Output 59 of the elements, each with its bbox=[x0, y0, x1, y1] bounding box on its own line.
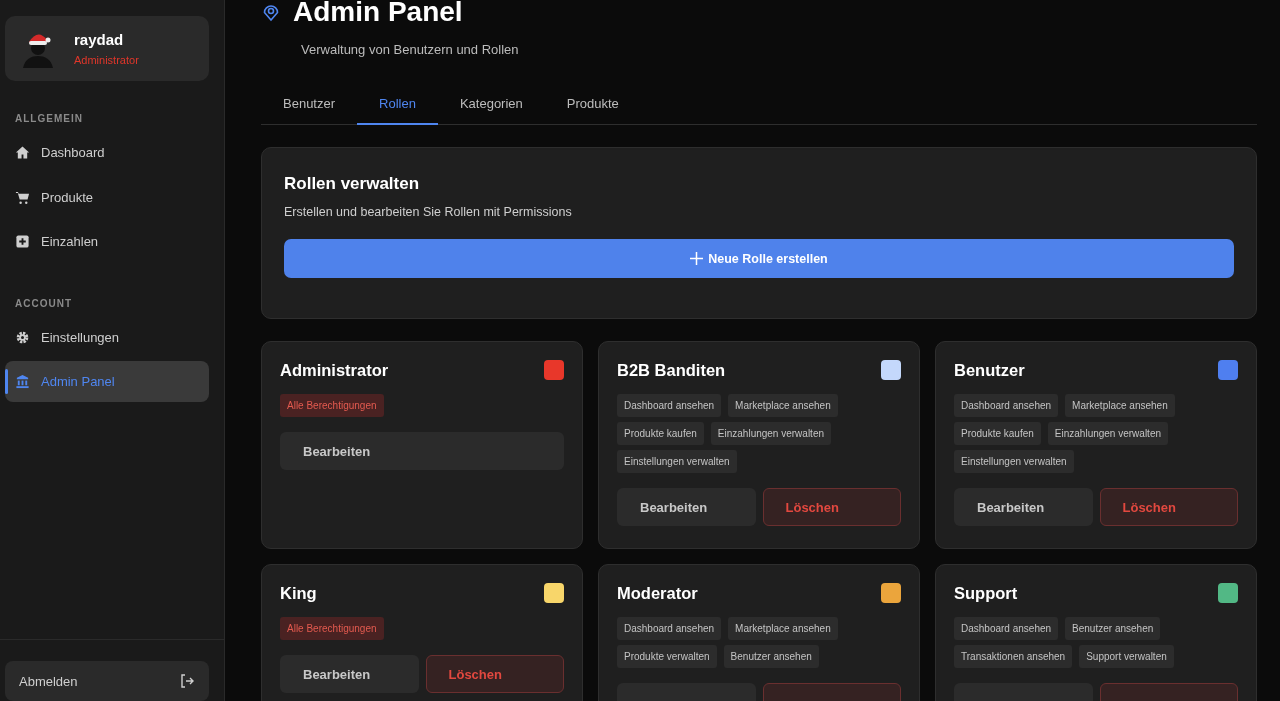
new-role-button[interactable]: Neue Rolle erstellen bbox=[284, 239, 1234, 278]
delete-button[interactable]: Löschen bbox=[425, 655, 564, 693]
gear-icon bbox=[15, 329, 30, 345]
user-name: raydad bbox=[74, 31, 125, 48]
section-heading: ACCOUNT bbox=[14, 297, 73, 309]
role-name: Benutzer bbox=[954, 360, 1025, 380]
logout-button[interactable]: Abmelden bbox=[5, 661, 209, 701]
permission-tag: Produkte kaufen bbox=[617, 422, 704, 445]
location-pin-icon bbox=[261, 2, 281, 22]
permission-tag: Dashboard ansehen bbox=[954, 617, 1059, 640]
role-name: Administrator bbox=[280, 360, 389, 380]
permission-tag: Einzahlungen verwalten bbox=[710, 422, 831, 445]
tab[interactable]: Benutzer bbox=[261, 88, 358, 125]
tab[interactable]: Rollen bbox=[357, 88, 438, 125]
edit-button[interactable]: Bearbeiten bbox=[954, 488, 1093, 526]
delete-button[interactable]: Löschen bbox=[1099, 488, 1238, 526]
delete-button[interactable]: Löschen bbox=[762, 488, 901, 526]
panel-title: Rollen verwalten bbox=[284, 174, 421, 194]
permission-tag: Marketplace ansehen bbox=[1065, 394, 1175, 417]
tab[interactable]: Kategorien bbox=[437, 88, 545, 125]
sidebar-item[interactable]: Produkte bbox=[5, 176, 209, 218]
role-name: Moderator bbox=[617, 583, 698, 603]
permission-tag: Benutzer ansehen bbox=[1065, 617, 1161, 640]
permission-tag: Marketplace ansehen bbox=[728, 617, 838, 640]
sidebar-item[interactable]: Dashboard bbox=[5, 132, 209, 173]
logout-icon bbox=[179, 673, 195, 689]
permission-tag: Marketplace ansehen bbox=[728, 394, 838, 417]
permission-tag: Einstellungen verwalten bbox=[954, 450, 1074, 473]
plus-icon bbox=[690, 252, 704, 265]
sidebar-item[interactable]: Einzahlen bbox=[5, 221, 209, 262]
permission-tag: Dashboard ansehen bbox=[954, 394, 1059, 417]
permission-tag: Einzahlungen verwalten bbox=[1047, 422, 1168, 445]
permission-tag: Einstellungen verwalten bbox=[617, 450, 737, 473]
edit-button[interactable]: Bearbeiten bbox=[280, 655, 419, 693]
role-name: Support bbox=[954, 583, 1018, 603]
permission-tag: Support verwalten bbox=[1079, 645, 1174, 668]
user-role: Administrator bbox=[74, 54, 139, 66]
role-name: B2B Banditen bbox=[617, 360, 726, 380]
permission-tag: Produkte kaufen bbox=[954, 422, 1041, 445]
page-title: Admin Panel bbox=[293, 0, 463, 28]
building-icon bbox=[15, 374, 30, 389]
permission-tag: Benutzer ansehen bbox=[723, 645, 819, 668]
permission-tag: Produkte verwalten bbox=[617, 645, 717, 668]
role-name: King bbox=[280, 583, 317, 603]
plus-square-icon bbox=[15, 234, 30, 249]
permission-tag: Alle Berechtigungen bbox=[280, 394, 384, 417]
sidebar-item[interactable]: Einstellungen bbox=[5, 316, 209, 358]
edit-button[interactable]: Bearbeiten bbox=[617, 488, 756, 526]
permission-tag: Transaktionen ansehen bbox=[954, 645, 1073, 668]
permission-tag: Dashboard ansehen bbox=[617, 394, 722, 417]
page-subtitle: Verwaltung von Benutzern und Rollen bbox=[301, 42, 520, 57]
permission-tag: Dashboard ansehen bbox=[617, 617, 722, 640]
tab[interactable]: Produkte bbox=[544, 88, 641, 125]
home-icon bbox=[15, 145, 30, 160]
cart-icon bbox=[15, 189, 30, 205]
section-heading: ALLGEMEIN bbox=[14, 113, 84, 124]
edit-button[interactable]: Bearbeiten bbox=[280, 432, 564, 470]
panel-description: Erstellen und bearbeiten Sie Rollen mit Permissions bbox=[284, 205, 573, 219]
permission-tag: Alle Berechtigungen bbox=[280, 617, 384, 640]
